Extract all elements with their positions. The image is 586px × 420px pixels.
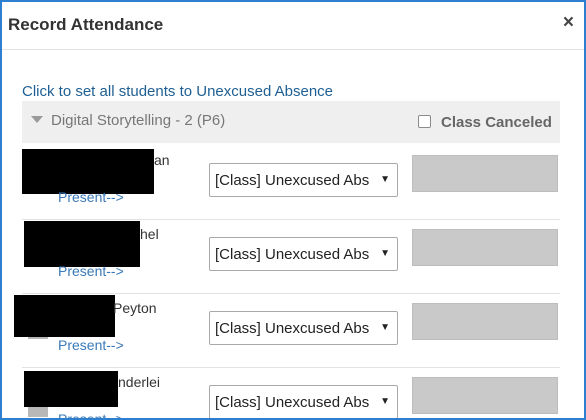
close-icon[interactable]: ×	[563, 13, 574, 33]
present-link[interactable]: Present-->	[58, 189, 124, 205]
present-link[interactable]: Present-->	[58, 411, 124, 418]
attendance-comment-field[interactable]	[412, 229, 558, 266]
attendance-status-value: [Class] Unexcused Abs	[215, 320, 370, 337]
redacted-student-name	[14, 295, 115, 337]
student-name-fragment: hel	[140, 226, 159, 242]
select-arrow-icon: ▼	[380, 174, 390, 185]
present-link[interactable]: Present-->	[58, 337, 124, 353]
dialog-title: Record Attendance	[8, 15, 164, 34]
student-row: an Present--> [Class] Unexcused Abs ▼	[22, 145, 560, 220]
present-link[interactable]: Present-->	[58, 263, 124, 279]
student-row: hel Present--> [Class] Unexcused Abs ▼	[22, 219, 560, 294]
dialog-header: Record Attendance ×	[2, 2, 584, 50]
redacted-student-name	[24, 221, 140, 267]
record-attendance-dialog: Record Attendance × Click to set all stu…	[0, 0, 586, 420]
class-section-title: Digital Storytelling - 2 (P6)	[51, 112, 226, 129]
attendance-status-select[interactable]: [Class] Unexcused Abs ▼	[209, 311, 398, 345]
attendance-status-value: [Class] Unexcused Abs	[215, 246, 370, 263]
select-arrow-icon: ▼	[380, 248, 390, 259]
attendance-status-select[interactable]: [Class] Unexcused Abs ▼	[209, 163, 398, 197]
attendance-comment-field[interactable]	[412, 377, 558, 414]
redacted-student-name	[22, 149, 154, 194]
student-name-fragment: Peyton	[113, 300, 157, 316]
student-row: Peyton Present--> [Class] Unexcused Abs …	[14, 293, 560, 368]
set-all-unexcused-link[interactable]: Click to set all students to Unexcused A…	[22, 83, 333, 100]
student-row: nderlei Present--> [Class] Unexcused Abs…	[22, 367, 560, 418]
collapse-triangle-icon[interactable]	[31, 116, 43, 123]
class-canceled-label[interactable]: Class Canceled	[441, 114, 552, 131]
class-canceled-checkbox[interactable]	[418, 115, 431, 128]
attendance-status-value: [Class] Unexcused Abs	[215, 394, 370, 411]
student-name-fragment: an	[154, 152, 170, 168]
attendance-status-select[interactable]: [Class] Unexcused Abs ▼	[209, 237, 398, 271]
attendance-comment-field[interactable]	[412, 155, 558, 192]
select-arrow-icon: ▼	[380, 322, 390, 333]
attendance-status-value: [Class] Unexcused Abs	[215, 172, 370, 189]
redacted-student-name	[24, 371, 118, 407]
attendance-status-select[interactable]: [Class] Unexcused Abs ▼	[209, 385, 398, 418]
select-arrow-icon: ▼	[380, 396, 390, 407]
student-name-fragment: nderlei	[118, 374, 161, 390]
class-section-header[interactable]: Digital Storytelling - 2 (P6) Class Canc…	[22, 101, 560, 143]
attendance-comment-field[interactable]	[412, 303, 558, 340]
